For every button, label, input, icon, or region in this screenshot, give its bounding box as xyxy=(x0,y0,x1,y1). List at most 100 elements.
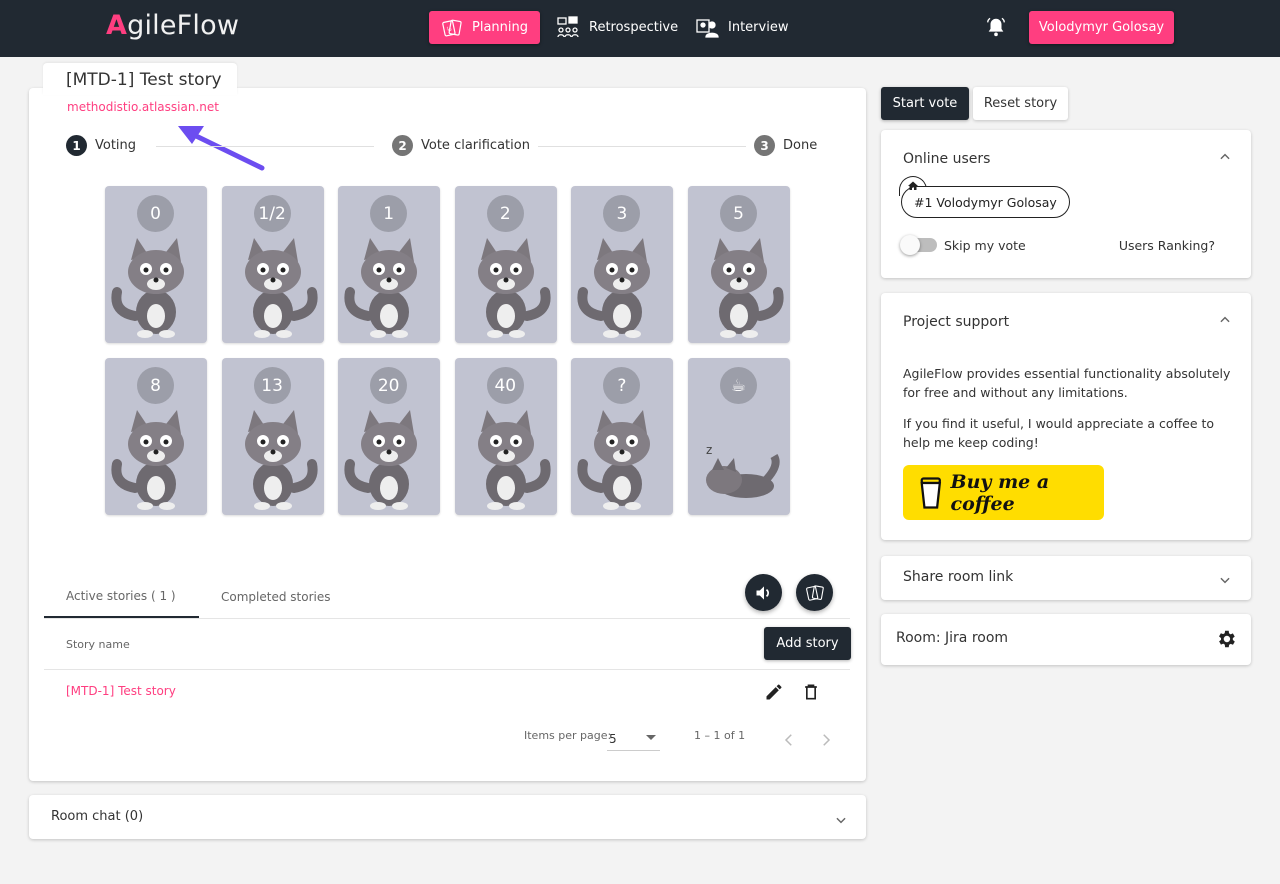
step-done: 3 Done xyxy=(746,135,826,156)
wolf-mascot-icon: z xyxy=(706,443,780,498)
reset-story-button[interactable]: Reset story xyxy=(973,87,1068,120)
coffee-cup-icon xyxy=(920,476,942,509)
volume-icon xyxy=(756,585,769,600)
user-menu-button[interactable]: Volodymyr Golosay xyxy=(1029,11,1174,44)
project-support-title: Project support xyxy=(903,314,1010,330)
pagination-range: 1 – 1 of 1 xyxy=(694,729,746,742)
jira-link[interactable]: methodistio.atlassian.net xyxy=(67,100,219,114)
vote-card[interactable]: 2 xyxy=(454,186,557,343)
online-users-panel: Online users #1 Volodymyr Golosay Skip m… xyxy=(881,130,1251,278)
tab-completed-stories[interactable]: Completed stories xyxy=(199,575,352,618)
vote-card[interactable]: ☕ z xyxy=(688,358,790,515)
room-panel: Room: Jira room xyxy=(881,614,1251,665)
chevron-up-icon[interactable] xyxy=(1218,313,1232,327)
previous-page-button[interactable] xyxy=(780,731,798,749)
wolf-mascot-icon xyxy=(344,410,418,510)
card-value-badge: 1 xyxy=(370,195,408,232)
wolf-mascot-icon xyxy=(577,410,651,510)
card-value-badge: 2 xyxy=(486,195,524,232)
online-users-title: Online users xyxy=(903,151,991,167)
nav-interview[interactable]: Interview xyxy=(683,11,800,44)
wolf-mascot-icon xyxy=(344,238,418,338)
card-value-badge: 8 xyxy=(137,367,174,404)
wolf-mascot-icon xyxy=(244,238,318,338)
column-story-name: Story name xyxy=(66,638,130,651)
start-vote-button[interactable]: Start vote xyxy=(881,87,969,120)
support-paragraph: If you find it useful, I would appreciat… xyxy=(903,416,1215,450)
chevron-down-icon xyxy=(1220,577,1230,584)
room-chat-title: Room chat (0) xyxy=(51,809,144,824)
vote-card[interactable]: 20 xyxy=(338,358,441,515)
step-connector xyxy=(518,146,753,147)
project-support-panel: Project support AgileFlow provides essen… xyxy=(881,293,1251,540)
vote-card[interactable]: 40 xyxy=(454,358,557,515)
card-value-badge: 3 xyxy=(603,195,641,232)
vote-card[interactable]: 8 xyxy=(105,358,207,515)
share-room-link-panel[interactable]: Share room link xyxy=(881,556,1251,600)
card-value-badge: 20 xyxy=(370,367,408,404)
sound-toggle-button[interactable] xyxy=(745,574,782,611)
card-value-badge: 1/2 xyxy=(253,195,291,232)
card-value-badge: 0 xyxy=(137,195,174,232)
vote-card[interactable]: 0 xyxy=(105,186,207,343)
chevron-up-icon[interactable] xyxy=(1218,150,1232,164)
story-name-link[interactable]: [MTD-1] Test story xyxy=(66,684,176,698)
vote-card[interactable]: 5 xyxy=(688,186,790,343)
wolf-mascot-icon xyxy=(711,238,784,338)
items-per-page-select[interactable]: 5 xyxy=(607,727,660,751)
card-deck-button[interactable] xyxy=(796,574,833,611)
vote-card[interactable]: 1 xyxy=(338,186,441,343)
chevron-down-icon xyxy=(836,817,846,824)
vote-card[interactable]: 13 xyxy=(221,358,324,515)
wolf-mascot-icon xyxy=(477,238,551,338)
skip-vote-label: Skip my vote xyxy=(944,238,1026,253)
edit-story-button[interactable] xyxy=(762,680,786,704)
stories-table-header: Story name xyxy=(44,620,850,670)
wolf-mascot-icon xyxy=(244,410,318,510)
support-paragraph: AgileFlow provides essential functionali… xyxy=(903,366,1231,400)
online-user-chip: #1 Volodymyr Golosay xyxy=(901,186,1070,218)
gear-icon[interactable] xyxy=(1215,628,1237,650)
buy-me-a-coffee-button[interactable]: Buy me a coffee xyxy=(903,465,1104,520)
next-page-button[interactable] xyxy=(817,731,835,749)
team-board-icon xyxy=(557,15,579,37)
card-value-badge: 40 xyxy=(486,367,524,404)
add-story-button[interactable]: Add story xyxy=(764,627,851,660)
room-title: Room: Jira room xyxy=(896,630,1009,646)
toggle-knob xyxy=(900,235,920,255)
delete-story-button[interactable] xyxy=(799,680,823,704)
card-value-badge: ☕ xyxy=(720,367,757,404)
stories-tabs: Active stories ( 1 ) Completed stories xyxy=(44,575,850,619)
trash-icon xyxy=(805,684,817,700)
svg-text:z: z xyxy=(706,443,712,457)
items-per-page-label: Items per page: xyxy=(524,729,612,742)
room-chat-panel[interactable]: Room chat (0) xyxy=(29,795,866,839)
step-voting: 1 Voting xyxy=(66,135,145,156)
chevron-down-icon xyxy=(646,735,656,740)
story-title: [MTD-1] Test story xyxy=(66,70,222,90)
home-icon xyxy=(908,181,918,190)
nav-retrospective[interactable]: Retrospective xyxy=(544,11,690,44)
vote-card[interactable]: 3 xyxy=(571,186,674,343)
vote-card[interactable]: ? xyxy=(571,358,674,515)
app-logo[interactable]: AgileFlow xyxy=(106,10,239,41)
tab-active-stories[interactable]: Active stories ( 1 ) xyxy=(44,575,199,618)
wolf-mascot-icon xyxy=(577,238,651,338)
vote-card[interactable]: 1/2 xyxy=(221,186,324,343)
skip-vote-toggle[interactable] xyxy=(900,235,937,255)
notification-bell-icon[interactable] xyxy=(985,16,1007,38)
cards-icon: ½ xyxy=(442,19,462,36)
card-value-badge: 5 xyxy=(720,195,757,232)
step-connector xyxy=(156,146,374,147)
interview-icon xyxy=(696,18,719,38)
svg-text:½: ½ xyxy=(447,25,452,32)
wolf-mascot-icon xyxy=(477,410,551,510)
cards-icon xyxy=(805,584,824,601)
users-ranking-link[interactable]: Users Ranking? xyxy=(1119,238,1215,253)
vote-stepper: 1 Voting 2 Vote clarification 3 Done xyxy=(66,135,826,157)
nav-planning[interactable]: ½ Planning xyxy=(429,11,540,44)
wolf-mascot-icon xyxy=(111,238,184,338)
table-row: [MTD-1] Test story xyxy=(44,671,850,713)
share-room-title: Share room link xyxy=(903,569,1014,585)
step-vote-clarification: 2 Vote clarification xyxy=(384,135,538,156)
